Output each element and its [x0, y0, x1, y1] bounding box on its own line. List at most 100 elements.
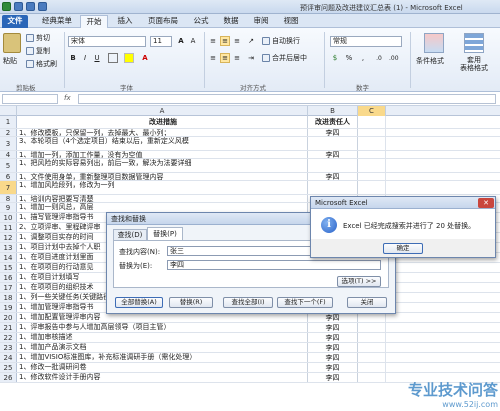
cell-b[interactable] [308, 137, 358, 150]
paste-button[interactable]: 粘贴 [3, 56, 17, 66]
merge-center-button[interactable]: 合并后居中 [262, 53, 307, 63]
cell-c[interactable] [358, 173, 386, 180]
fill-color-icon[interactable] [124, 53, 134, 63]
tab-home[interactable]: 开始 [80, 15, 108, 28]
currency-icon[interactable]: $ [330, 53, 340, 63]
header-cell-b[interactable]: 改进责任人 [308, 116, 358, 128]
cell-a[interactable]: 3、本轮项目（4个选定项目）结束以后，重新定义风模 [17, 137, 308, 150]
row-number[interactable]: 22 [0, 333, 17, 342]
cell-c[interactable] [358, 373, 386, 382]
row-number[interactable]: 9 [0, 203, 17, 212]
underline-icon[interactable]: U [92, 53, 102, 63]
cell-a[interactable]: 1、修改模板，只保留一列，去掉最大、最小列； 2、估算手册只用DEPHI法 [17, 129, 308, 136]
cut-button[interactable]: 剪切 [26, 33, 50, 43]
align-center-icon[interactable]: ≡ [220, 53, 230, 63]
row-number[interactable]: 24 [0, 353, 17, 362]
cell-a[interactable]: 1、增加风险段列，修改为一列 [17, 181, 308, 194]
row-number[interactable]: 2 [0, 129, 17, 137]
cell-a[interactable]: 1、增加一列，添加工作量，没有为空值 2、《项目计划》中去掉估算章节，或者做计划… [17, 151, 308, 158]
cell-b[interactable]: 李四 [308, 353, 358, 362]
number-format-select[interactable]: 常规 [330, 36, 402, 47]
tab-formulas[interactable]: 公式 [188, 15, 214, 28]
font-color-icon[interactable]: A [140, 53, 150, 63]
ok-button[interactable]: 确定 [383, 243, 423, 254]
font-size-select[interactable]: 11 [150, 36, 172, 47]
table-format-icon[interactable] [464, 33, 484, 53]
column-header-a[interactable]: A [17, 106, 308, 116]
row-number[interactable]: 21 [0, 323, 17, 332]
indent-icon[interactable]: ⇥ [246, 53, 256, 63]
formula-input[interactable] [78, 94, 496, 104]
row-number[interactable]: 6 [0, 173, 17, 181]
cell-c[interactable] [358, 151, 386, 158]
align-middle-icon[interactable]: ≡ [220, 36, 230, 46]
cell-a[interactable]: 1、培训内容把要写清楚 [17, 195, 308, 202]
row-number[interactable]: 17 [0, 283, 17, 292]
replace-with-input[interactable]: 李四 [167, 260, 381, 270]
row-number[interactable]: 1 [0, 116, 17, 128]
find-next-button[interactable]: 查找下一个(F) [277, 297, 333, 308]
decrease-decimal-icon[interactable]: .00 [388, 53, 399, 63]
cell-c[interactable] [358, 159, 386, 172]
tab-review[interactable]: 审阅 [248, 15, 274, 28]
column-header-c[interactable]: C [358, 106, 386, 116]
row-number[interactable]: 12 [0, 233, 17, 242]
paste-icon[interactable] [3, 33, 21, 53]
table-format-button[interactable]: 套用 表格格式 [460, 56, 488, 72]
grow-font-icon[interactable]: A [176, 36, 186, 46]
cell-a[interactable]: 1、修改一批调研问卷 [17, 363, 308, 372]
cell-b[interactable]: 李四 [308, 173, 358, 180]
tab-insert[interactable]: 插入 [112, 15, 138, 28]
cell-c[interactable] [358, 343, 386, 352]
font-name-select[interactable]: 宋体 [68, 36, 146, 47]
tab-find[interactable]: 查找(D) [113, 229, 147, 240]
cell-c[interactable] [358, 129, 386, 136]
row-number[interactable]: 3 [0, 137, 17, 150]
save-icon[interactable] [14, 2, 23, 11]
row-number[interactable]: 26 [0, 373, 17, 382]
copy-button[interactable]: 复制 [26, 46, 50, 56]
cell-b[interactable] [308, 181, 358, 194]
cell-b[interactable]: 李四 [308, 323, 358, 332]
insert-function-icon[interactable]: fx [64, 94, 71, 102]
format-painter-button[interactable]: 格式刷 [26, 59, 57, 69]
percent-icon[interactable]: % [344, 53, 354, 63]
close-icon[interactable]: ✕ [478, 198, 494, 208]
row-number[interactable]: 5 [0, 159, 17, 172]
row-number[interactable]: 4 [0, 151, 17, 159]
cell-a[interactable]: 1、增加VISIO标准图库，补充标准调研手册（需化处理） [17, 353, 308, 362]
cell-c[interactable] [358, 323, 386, 332]
cell-b[interactable]: 李四 [308, 343, 358, 352]
align-right-icon[interactable]: ≡ [232, 53, 242, 63]
row-number[interactable]: 16 [0, 273, 17, 282]
bold-icon[interactable]: B [68, 53, 78, 63]
tab-page-layout[interactable]: 页面布局 [142, 15, 184, 28]
cell-b[interactable]: 李四 [308, 363, 358, 372]
row-number[interactable]: 23 [0, 343, 17, 352]
cell-a[interactable]: 1、增加配置管理评审内容 [17, 313, 308, 322]
cell-a[interactable]: 1、评审报告中参与人增加高层领导（项目主管） [17, 323, 308, 332]
cell-b[interactable]: 李四 [308, 373, 358, 382]
cell-b[interactable]: 李四 [308, 129, 358, 136]
row-number[interactable]: 8 [0, 195, 17, 203]
name-box[interactable] [2, 94, 58, 104]
row-number[interactable]: 13 [0, 243, 17, 252]
cell-a[interactable]: 1、增加产品演示文档 [17, 343, 308, 352]
column-header-b[interactable]: B [308, 106, 358, 116]
cell-b[interactable]: 李四 [308, 313, 358, 322]
conditional-format-icon[interactable] [424, 33, 444, 53]
cell-a[interactable]: 1、增加审核描述 [17, 333, 308, 342]
cell-c[interactable] [358, 363, 386, 372]
cell-c[interactable] [358, 333, 386, 342]
row-number[interactable]: 19 [0, 303, 17, 312]
tab-file[interactable]: 文件 [2, 15, 28, 28]
cell-c[interactable] [358, 353, 386, 362]
close-button[interactable]: 关闭 [347, 297, 387, 308]
row-number[interactable]: 20 [0, 313, 17, 322]
cell-b[interactable] [308, 159, 358, 172]
find-all-button[interactable]: 查找全部(I) [223, 297, 273, 308]
cell-c[interactable] [358, 181, 386, 194]
undo-icon[interactable] [26, 2, 35, 11]
cell-b[interactable]: 李四 [308, 333, 358, 342]
select-all-corner[interactable] [0, 106, 17, 116]
